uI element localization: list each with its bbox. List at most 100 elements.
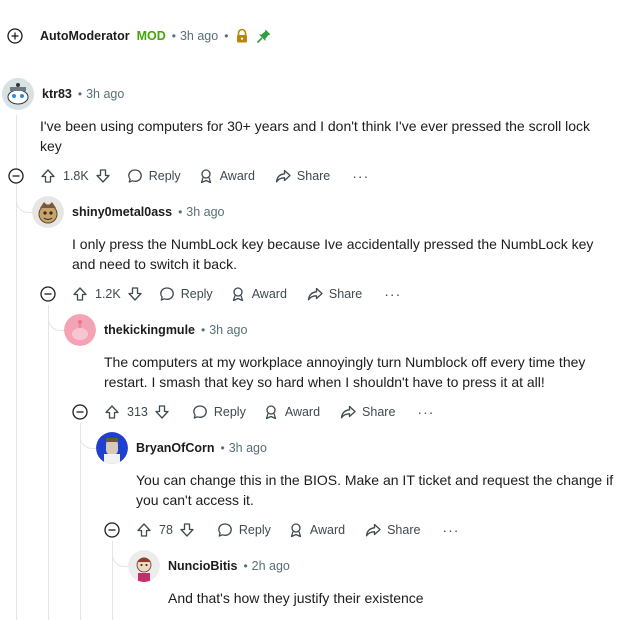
more-options-icon[interactable]: ··· — [384, 286, 401, 302]
award-button[interactable]: Award — [288, 522, 345, 538]
avatar[interactable] — [32, 196, 64, 228]
avatar[interactable] — [64, 314, 96, 346]
collapse-icon[interactable] — [7, 167, 25, 185]
username[interactable]: shiny0metal0ass — [72, 205, 172, 219]
award-icon — [265, 405, 276, 420]
comment-body: I only press the NumbLock key because Iv… — [72, 236, 594, 272]
share-button[interactable]: Share — [340, 404, 395, 420]
comment-header: NuncioBitis • 2h ago — [128, 550, 290, 582]
reply-label: Reply — [213, 405, 246, 419]
comment-body: The computers at my workplace annoyingly… — [104, 354, 586, 390]
separator-dot: • — [201, 323, 206, 337]
collapse-icon[interactable] — [39, 285, 57, 303]
award-label: Award — [284, 405, 321, 419]
vote-count: 313 — [127, 405, 148, 419]
comment-header: ktr83 • 3h ago — [2, 78, 124, 110]
expand-icon[interactable] — [6, 27, 24, 45]
reply-button[interactable]: Reply — [217, 522, 271, 538]
separator-dot: • — [77, 87, 83, 101]
share-icon — [365, 523, 381, 537]
timestamp: 3h ago — [209, 323, 248, 337]
timestamp: 2h ago — [251, 559, 290, 573]
reply-icon — [127, 169, 142, 183]
timestamp: 3h ago — [179, 29, 219, 43]
separator-dot: • — [224, 29, 229, 43]
thread-line — [48, 305, 49, 620]
award-label: Award — [251, 287, 287, 301]
reply-icon — [218, 523, 232, 537]
timestamp: 3h ago — [228, 441, 267, 455]
downvote-icon[interactable] — [127, 286, 143, 302]
comment-body: You can change this in the BIOS. Make an… — [136, 472, 614, 508]
thread-connector — [16, 190, 33, 213]
reply-icon — [193, 405, 207, 419]
award-button[interactable]: Award — [230, 286, 287, 302]
collapse-icon[interactable] — [71, 403, 89, 421]
comment-actions: 1.2K Reply Award Share ··· — [39, 282, 401, 306]
username[interactable]: ktr83 — [42, 87, 72, 101]
comment-body: And that's how they justify their existe… — [168, 590, 424, 606]
mod-badge: MOD — [136, 29, 166, 43]
username[interactable]: AutoModerator — [40, 29, 130, 43]
reply-label: Reply — [148, 169, 181, 183]
upvote-icon[interactable] — [104, 404, 120, 420]
pin-icon — [256, 28, 272, 44]
reply-label: Reply — [238, 523, 271, 537]
vote-count: 1.2K — [95, 287, 121, 301]
separator-dot: • — [243, 559, 248, 573]
share-icon — [275, 169, 291, 183]
lock-icon — [234, 28, 250, 44]
separator-dot: • — [220, 441, 225, 455]
share-icon — [340, 405, 356, 419]
more-options-icon[interactable]: ··· — [417, 404, 434, 420]
username[interactable]: BryanOfCorn — [136, 441, 214, 455]
award-button[interactable]: Award — [263, 404, 320, 420]
vote-count: 1.8K — [63, 169, 89, 183]
thread-connector — [48, 308, 65, 331]
more-options-icon[interactable]: ··· — [442, 522, 459, 538]
reply-button[interactable]: Reply — [192, 404, 246, 420]
share-label: Share — [387, 523, 421, 537]
share-label: Share — [328, 287, 363, 301]
avatar[interactable] — [128, 550, 160, 582]
timestamp: 3h ago — [186, 205, 225, 219]
award-label: Award — [309, 523, 346, 537]
share-button[interactable]: Share — [307, 286, 362, 302]
share-button[interactable]: Share — [365, 522, 420, 538]
comment-body: I've been using computers for 30+ years … — [40, 118, 591, 154]
collapsed-comment-automoderator[interactable]: AutoModerator MOD • 3h ago • — [6, 24, 272, 48]
award-icon — [200, 169, 211, 184]
share-label: Share — [362, 405, 396, 419]
username[interactable]: thekickingmule — [104, 323, 195, 337]
upvote-icon[interactable] — [40, 168, 56, 184]
avatar[interactable] — [96, 432, 128, 464]
separator-dot: • — [171, 29, 176, 43]
upvote-icon[interactable] — [72, 286, 88, 302]
reply-label: Reply — [180, 287, 213, 301]
comment-actions: 1.8K Reply Award Share ··· — [7, 164, 369, 188]
thread-connector — [112, 544, 129, 567]
share-icon — [307, 287, 323, 301]
award-button[interactable]: Award — [198, 168, 255, 184]
share-button[interactable]: Share — [275, 168, 330, 184]
comment-header: thekickingmule • 3h ago — [64, 314, 248, 346]
comment-actions: 78 Reply Award Share ··· — [103, 518, 459, 542]
username[interactable]: NuncioBitis — [168, 559, 237, 573]
downvote-icon[interactable] — [154, 404, 170, 420]
reply-button[interactable]: Reply — [127, 168, 181, 184]
downvote-icon[interactable] — [95, 168, 111, 184]
award-label: Award — [219, 169, 255, 183]
avatar[interactable] — [2, 78, 34, 110]
more-options-icon[interactable]: ··· — [352, 168, 369, 184]
reply-icon — [159, 287, 174, 301]
share-label: Share — [296, 169, 331, 183]
vote-count: 78 — [159, 523, 173, 537]
award-icon — [232, 287, 243, 302]
reply-button[interactable]: Reply — [159, 286, 213, 302]
downvote-icon[interactable] — [179, 522, 195, 538]
upvote-icon[interactable] — [136, 522, 152, 538]
collapse-icon[interactable] — [103, 521, 121, 539]
comment-actions: 313 Reply Award Share ··· — [71, 400, 434, 424]
comment-header: shiny0metal0ass • 3h ago — [32, 196, 225, 228]
separator-dot: • — [178, 205, 183, 219]
